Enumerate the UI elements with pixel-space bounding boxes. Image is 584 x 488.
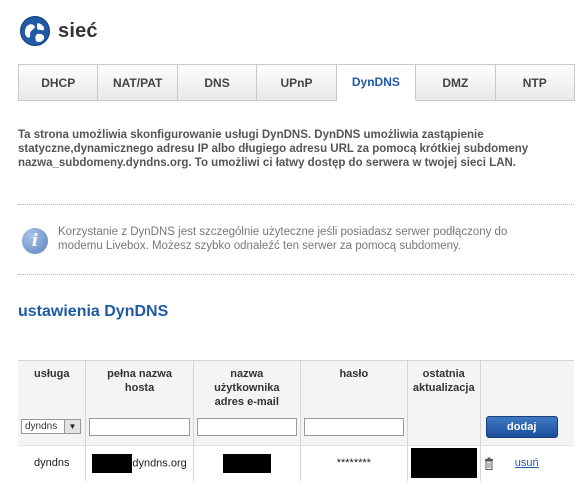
column-header-last-update: ostatnia aktualizacja xyxy=(407,360,481,409)
chevron-down-icon[interactable]: ▼ xyxy=(64,420,80,434)
username-input[interactable] xyxy=(196,417,297,436)
divider xyxy=(18,274,574,275)
row-service: dyndns xyxy=(18,445,87,481)
table-input-row: dyndns ▼ dodaj xyxy=(18,409,574,446)
intro-line: Ta strona umożliwia skonfigurowanie usłu… xyxy=(18,129,484,141)
row-username xyxy=(193,445,301,481)
intro-line: nazwa_subdomeny.dyndns.org. To umożliwi … xyxy=(18,157,516,169)
tab-dhcp[interactable]: DHCP xyxy=(19,65,99,100)
globe-icon xyxy=(20,16,50,46)
column-header-service: usługa xyxy=(18,360,87,409)
service-select-value: dyndns xyxy=(25,421,58,433)
column-header-host: pełna nazwa hosta xyxy=(85,360,194,409)
tab-ntp[interactable]: NTP xyxy=(495,65,574,100)
info-icon: i xyxy=(22,228,48,254)
row-last-update xyxy=(407,445,481,481)
row-password: ******** xyxy=(300,445,408,481)
page-title: sieć xyxy=(58,19,98,42)
redacted-block xyxy=(92,453,133,473)
section-title: ustawienia DynDNS xyxy=(18,303,169,320)
info-line: modemu Livebox. Możesz szybko odnaleźć t… xyxy=(58,240,462,252)
info-text: Korzystanie z DynDNS jest szczególnie uż… xyxy=(58,225,507,253)
column-header-actions xyxy=(480,360,574,409)
tab-dns[interactable]: DNS xyxy=(177,65,258,100)
row-host: dyndns.org xyxy=(85,445,194,481)
column-header-username: nazwa użytkownika adres e-mail xyxy=(193,360,301,409)
add-button[interactable]: dodaj xyxy=(485,415,558,438)
intro-line: statyczne,dynamicznego adresu IP albo dł… xyxy=(18,143,529,155)
table-row: dyndns dyndns.org ******** usuń xyxy=(18,445,574,481)
table-header-row: usługa pełna nazwa hosta nazwa użytkownika… xyxy=(18,360,574,409)
tab-dmz[interactable]: DMZ xyxy=(416,65,496,100)
tab-bar: DHCP NAT/PAT DNS UPnP DynDNS DMZ NTP xyxy=(18,64,575,101)
service-select[interactable]: dyndns ▼ xyxy=(21,419,81,435)
row-actions: usuń xyxy=(480,445,574,481)
info-box: i Korzystanie z DynDNS jest szczególnie … xyxy=(22,225,572,254)
redacted-block xyxy=(222,453,271,473)
page-header: sieć xyxy=(20,14,98,48)
tab-nat-pat[interactable]: NAT/PAT xyxy=(98,65,178,100)
divider xyxy=(18,204,574,205)
tab-dyndns[interactable]: DynDNS xyxy=(336,65,417,101)
column-header-password: hasło xyxy=(300,360,408,409)
intro-text: Ta strona umożliwia skonfigurowanie usłu… xyxy=(18,128,574,170)
password-input[interactable] xyxy=(303,417,404,436)
host-name-input[interactable] xyxy=(89,417,190,436)
remove-link[interactable]: usuń xyxy=(515,457,539,469)
tab-upnp[interactable]: UPnP xyxy=(257,65,337,100)
dyndns-table: usługa pełna nazwa hosta nazwa użytkownika… xyxy=(18,360,574,481)
redacted-block xyxy=(410,448,477,479)
info-line: Korzystanie z DynDNS jest szczególnie uż… xyxy=(58,226,508,238)
trash-icon[interactable] xyxy=(484,457,494,470)
